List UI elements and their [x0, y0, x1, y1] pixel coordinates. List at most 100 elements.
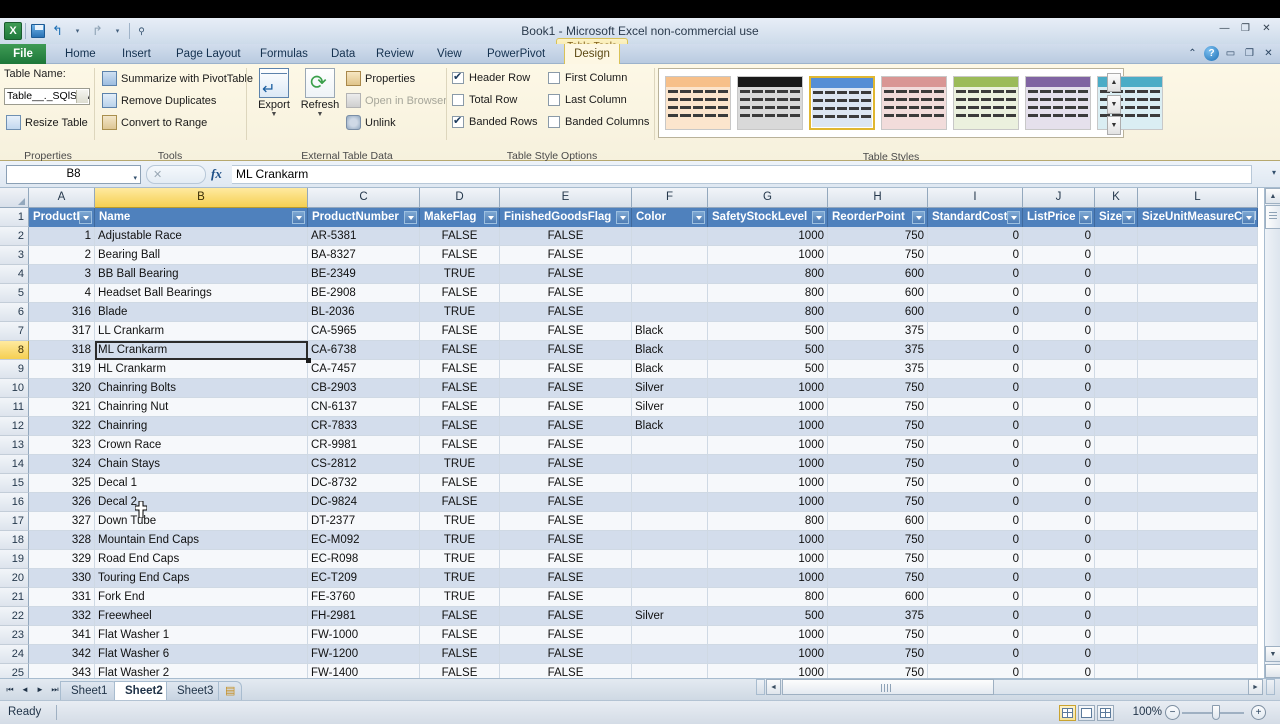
cell-D20[interactable]: TRUE — [420, 569, 500, 588]
cell-H15[interactable]: 750 — [828, 474, 928, 493]
formula-input[interactable]: ML Crankarm — [232, 165, 1252, 184]
tab-data[interactable]: Data — [322, 44, 364, 64]
cell-C22[interactable]: FH-2981 — [308, 607, 420, 626]
cell-G18[interactable]: 1000 — [708, 531, 828, 550]
row-header-17[interactable]: 17 — [0, 512, 29, 531]
table-style-swatch-6[interactable] — [1025, 76, 1091, 130]
cell-B4[interactable]: BB Ball Bearing — [95, 265, 308, 284]
cell-L8[interactable] — [1138, 341, 1258, 360]
filter-dropdown-icon[interactable] — [1242, 211, 1255, 224]
chevron-down-icon[interactable]: ▼ — [271, 111, 278, 118]
cell-C2[interactable]: AR-5381 — [308, 227, 420, 246]
cell-E20[interactable]: FALSE — [500, 569, 632, 588]
cell-H20[interactable]: 750 — [828, 569, 928, 588]
cell-A13[interactable]: 323 — [29, 436, 95, 455]
table-styles-gallery[interactable]: ▲ ▼ ▼ — [658, 68, 1124, 138]
cell-F4[interactable] — [632, 265, 708, 284]
cell-L21[interactable] — [1138, 588, 1258, 607]
cell-J2[interactable]: 0 — [1023, 227, 1095, 246]
cell-G16[interactable]: 1000 — [708, 493, 828, 512]
cell-D23[interactable]: FALSE — [420, 626, 500, 645]
cell-A11[interactable]: 321 — [29, 398, 95, 417]
cell-B6[interactable]: Blade — [95, 303, 308, 322]
filter-dropdown-icon[interactable] — [1007, 211, 1020, 224]
cell-E10[interactable]: FALSE — [500, 379, 632, 398]
cell-C4[interactable]: BE-2349 — [308, 265, 420, 284]
cell-L19[interactable] — [1138, 550, 1258, 569]
cell-A20[interactable]: 330 — [29, 569, 95, 588]
checkbox-last-column-box[interactable] — [548, 94, 560, 106]
cell-I15[interactable]: 0 — [928, 474, 1023, 493]
cell-L13[interactable] — [1138, 436, 1258, 455]
tab-powerpivot[interactable]: PowerPivot — [478, 44, 554, 64]
cell-K21[interactable] — [1095, 588, 1138, 607]
cell-D22[interactable]: FALSE — [420, 607, 500, 626]
zoom-level-label[interactable]: 100% — [1133, 706, 1162, 718]
cell-L4[interactable] — [1138, 265, 1258, 284]
cell-E7[interactable]: FALSE — [500, 322, 632, 341]
cell-G2[interactable]: 1000 — [708, 227, 828, 246]
column-header-I[interactable]: I — [928, 188, 1023, 208]
cell-K17[interactable] — [1095, 512, 1138, 531]
column-header-F[interactable]: F — [632, 188, 708, 208]
cell-E23[interactable]: FALSE — [500, 626, 632, 645]
cell-B22[interactable]: Freewheel — [95, 607, 308, 626]
cell-C7[interactable]: CA-5965 — [308, 322, 420, 341]
cell-I6[interactable]: 0 — [928, 303, 1023, 322]
cell-L6[interactable] — [1138, 303, 1258, 322]
convert-to-range-button[interactable]: Convert to Range — [100, 112, 209, 133]
cell-J6[interactable]: 0 — [1023, 303, 1095, 322]
cell-B7[interactable]: LL Crankarm — [95, 322, 308, 341]
cell-J24[interactable]: 0 — [1023, 645, 1095, 664]
cell-E8[interactable]: FALSE — [500, 341, 632, 360]
row-header-20[interactable]: 20 — [0, 569, 29, 588]
cell-F2[interactable] — [632, 227, 708, 246]
unlink-button[interactable]: Unlink — [344, 112, 398, 133]
select-all-corner[interactable] — [0, 188, 29, 208]
cell-B16[interactable]: Decal 2 — [95, 493, 308, 512]
cell-B21[interactable]: Fork End — [95, 588, 308, 607]
cell-D12[interactable]: FALSE — [420, 417, 500, 436]
sheet-tab-sheet3[interactable]: Sheet3 — [166, 681, 224, 700]
cell-C18[interactable]: EC-M092 — [308, 531, 420, 550]
scroll-down-button[interactable]: ▼ — [1265, 646, 1280, 662]
row-header-8[interactable]: 8 — [0, 341, 29, 360]
checkbox-banded-rows-box[interactable] — [452, 116, 464, 128]
hscroll-left-button[interactable]: ◄ — [766, 679, 781, 695]
filter-dropdown-icon[interactable] — [616, 211, 629, 224]
cell-J7[interactable]: 0 — [1023, 322, 1095, 341]
cell-E3[interactable]: FALSE — [500, 246, 632, 265]
checkbox-last-column[interactable]: Last Column — [548, 90, 627, 110]
cell-G10[interactable]: 1000 — [708, 379, 828, 398]
cell-G8[interactable]: 500 — [708, 341, 828, 360]
cell-K12[interactable] — [1095, 417, 1138, 436]
row-header-13[interactable]: 13 — [0, 436, 29, 455]
chevron-down-icon[interactable]: ▼ — [317, 111, 324, 118]
column-header-A[interactable]: A — [29, 188, 95, 208]
tab-design[interactable]: Design — [564, 44, 620, 64]
hscroll-right-button[interactable]: ► — [1248, 679, 1263, 695]
table-column-header-finishedgoodsflag[interactable]: FinishedGoodsFlag — [500, 208, 632, 227]
cell-F14[interactable] — [632, 455, 708, 474]
cell-I10[interactable]: 0 — [928, 379, 1023, 398]
cell-B23[interactable]: Flat Washer 1 — [95, 626, 308, 645]
cell-H4[interactable]: 600 — [828, 265, 928, 284]
cell-E24[interactable]: FALSE — [500, 645, 632, 664]
worksheet-grid[interactable]: ABCDEFGHIJKL 123456789101112131415161718… — [0, 188, 1280, 678]
row-header-3[interactable]: 3 — [0, 246, 29, 265]
tab-insert[interactable]: Insert — [113, 44, 160, 64]
cell-L2[interactable] — [1138, 227, 1258, 246]
cell-B10[interactable]: Chainring Bolts — [95, 379, 308, 398]
cell-K24[interactable] — [1095, 645, 1138, 664]
cell-L7[interactable] — [1138, 322, 1258, 341]
cell-G13[interactable]: 1000 — [708, 436, 828, 455]
cell-H3[interactable]: 750 — [828, 246, 928, 265]
cell-F15[interactable] — [632, 474, 708, 493]
cell-H5[interactable]: 600 — [828, 284, 928, 303]
table-column-header-name[interactable]: Name — [95, 208, 308, 227]
cell-I12[interactable]: 0 — [928, 417, 1023, 436]
cell-A6[interactable]: 316 — [29, 303, 95, 322]
cell-F23[interactable] — [632, 626, 708, 645]
cell-C17[interactable]: DT-2377 — [308, 512, 420, 531]
table-column-header-productid[interactable]: ProductID — [29, 208, 95, 227]
